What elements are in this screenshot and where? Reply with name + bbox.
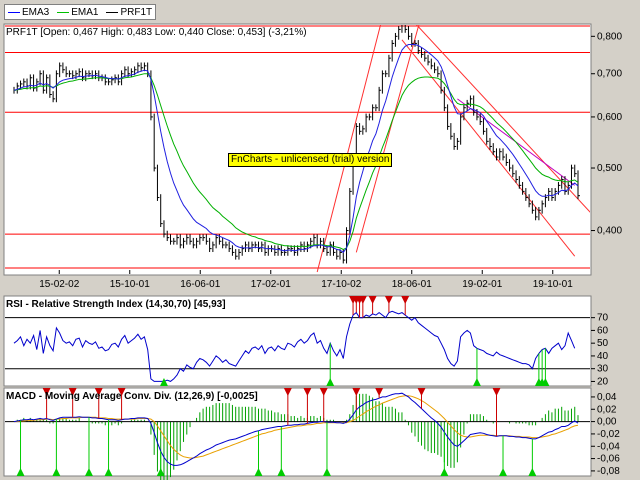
macd-y-tick-label: 0,00	[597, 417, 617, 428]
legend-swatch-ema3	[8, 11, 20, 13]
macd-y-tick-label: 0,02	[597, 404, 617, 415]
rsi-panel-title: RSI - Relative Strength Index (14,30,70)…	[6, 299, 226, 310]
price-y-tick-label: 0,400	[597, 226, 622, 237]
legend: EMA3 EMA1 PRF1T	[4, 4, 157, 20]
x-tick-label: 16-06-01	[180, 279, 220, 290]
rsi-y-tick-label: 60	[597, 325, 609, 336]
price-panel-title: PRF1T [Open: 0,467 High: 0,483 Low: 0,44…	[6, 27, 307, 38]
legend-label-ema1: EMA1	[71, 6, 99, 18]
legend-item-ema1: EMA1	[57, 7, 98, 18]
macd-y-tick-label: -0,08	[597, 466, 620, 477]
chart-canvas: 0,400 0,500 0,600 0,700 0,800 15-02-02 15-10-0…	[3, 23, 622, 480]
chart-window: 0,400 0,500 0,600 0,700 0,800 15-02-02 15-10-0…	[0, 0, 640, 480]
macd-y-tick-label: 0,04	[597, 392, 617, 403]
price-y-tick-label: 0,700	[597, 69, 622, 80]
macd-panel-title: MACD - Moving Average Conv. Div. (12,26,…	[6, 391, 258, 402]
legend-label-price: PRF1T	[120, 6, 153, 18]
rsi-y-tick-label: 50	[597, 338, 609, 349]
macd-y-tick-label: -0,06	[597, 454, 620, 465]
rsi-y-tick-label: 40	[597, 351, 609, 362]
x-tick-label: 18-06-01	[392, 279, 432, 290]
rsi-y-tick-label: 70	[597, 313, 609, 324]
price-y-tick-label: 0,500	[597, 163, 622, 174]
price-y-tick-label: 0,800	[597, 31, 622, 42]
trial-watermark: FnCharts - unlicensed (trial) version	[228, 153, 393, 167]
legend-item-price: PRF1T	[106, 7, 152, 18]
x-tick-label: 15-02-02	[39, 279, 79, 290]
x-tick-label: 19-02-01	[462, 279, 502, 290]
x-tick-label: 17-02-01	[251, 279, 291, 290]
legend-swatch-ema1	[57, 11, 70, 13]
macd-y-tick-label: -0,04	[597, 441, 620, 452]
legend-label-ema3: EMA3	[22, 6, 50, 18]
rsi-y-tick-label: 20	[597, 376, 609, 387]
legend-item-ema3: EMA3	[8, 7, 49, 18]
macd-y-tick-label: -0,02	[597, 429, 620, 440]
legend-swatch-price	[106, 11, 119, 13]
x-tick-label: 19-10-01	[533, 279, 573, 290]
x-tick-label: 15-10-01	[110, 279, 150, 290]
price-y-tick-label: 0,600	[597, 112, 622, 123]
rsi-y-tick-label: 30	[597, 364, 609, 375]
x-tick-label: 17-10-02	[321, 279, 361, 290]
